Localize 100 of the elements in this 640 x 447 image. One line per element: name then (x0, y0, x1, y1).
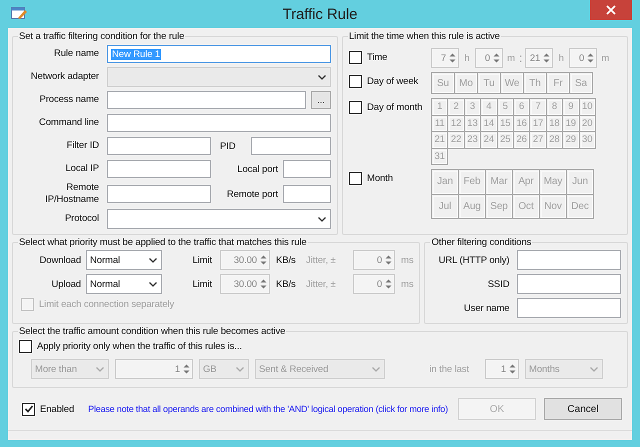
comparison-dropdown[interactable]: More than (31, 359, 109, 379)
jitter-spinner[interactable]: 0 (353, 250, 395, 270)
day-toggle[interactable]: 4 (481, 99, 498, 116)
day-toggle[interactable]: 31 (432, 148, 448, 165)
field-label: User name (462, 302, 510, 314)
unit-label: h (463, 52, 471, 64)
day-toggle[interactable]: 9 (563, 99, 580, 116)
rule-name-field[interactable]: New Rule 1 (107, 45, 331, 63)
checkbox-label: Apply priority only when the traffic of this rules is... (37, 341, 242, 352)
day-toggle[interactable]: 7 (530, 99, 547, 116)
day-toggle[interactable]: 19 (563, 116, 580, 132)
day-toggle[interactable]: 22 (448, 132, 465, 148)
day-toggle[interactable]: 14 (481, 116, 498, 132)
day-toggle[interactable]: 29 (563, 132, 580, 148)
time-spinner[interactable]: 0 (569, 48, 598, 68)
weekday-toggle[interactable]: We (501, 73, 524, 94)
day-toggle[interactable]: 2 (448, 99, 465, 116)
time-spinner[interactable]: 0 (475, 48, 503, 68)
checkbox-label: Time (367, 52, 388, 63)
field-label: Download (38, 254, 81, 266)
limit-spinner[interactable]: 30.00 (220, 274, 270, 294)
day-toggle[interactable]: 17 (530, 116, 547, 132)
weekday-toggle[interactable]: Mo (455, 73, 478, 94)
day-toggle[interactable]: 6 (514, 99, 530, 116)
time-spinner[interactable]: 21 (525, 48, 554, 68)
month-toggle[interactable]: Mar (486, 170, 513, 194)
field-label: Rule name (52, 48, 99, 60)
group-title: Select what priority must be applied to the traffic that matches this rule (19, 237, 307, 248)
day-toggle[interactable]: 23 (464, 132, 482, 148)
month-toggle[interactable]: Feb (459, 170, 486, 194)
month-toggle[interactable]: Jan (432, 170, 459, 194)
field-label: SSID (486, 278, 510, 290)
month-toggle[interactable]: Apr (513, 170, 540, 194)
day-toggle[interactable]: 28 (546, 132, 564, 148)
field-label: Upload (50, 278, 81, 290)
field-label: Local IP (64, 163, 99, 175)
day-toggle[interactable]: 13 (464, 116, 482, 132)
checkbox-label: Day of month (367, 102, 422, 113)
day-toggle[interactable]: 1 (432, 99, 448, 116)
direction-dropdown[interactable]: Sent & Received (255, 359, 385, 379)
day-toggle[interactable]: 27 (530, 132, 547, 148)
field-label: URL (HTTP only) (438, 254, 510, 266)
day-toggle[interactable]: 26 (514, 132, 530, 148)
period-spinner[interactable]: 1 (485, 359, 519, 379)
day-toggle[interactable]: 12 (448, 116, 465, 132)
group-title: Select the traffic amount condition when this rule becomes active (19, 326, 286, 337)
time-separator: : (519, 51, 522, 65)
day-toggle[interactable]: 25 (498, 132, 514, 148)
checkbox-label: Limit each connection separately (39, 299, 174, 310)
day-toggle[interactable]: 24 (481, 132, 498, 148)
month-toggle[interactable]: Jun (567, 170, 594, 194)
day-toggle[interactable]: 15 (498, 116, 514, 132)
priority-dropdown[interactable]: Normal (86, 250, 162, 270)
unit-label: KB/s (276, 278, 297, 290)
group-title: Other filtering conditions (431, 237, 532, 248)
field-label: Remote port (226, 188, 278, 200)
jitter-spinner[interactable]: 0 (353, 274, 395, 294)
priority-dropdown[interactable]: Normal (86, 274, 162, 294)
month-toggle[interactable]: Nov (540, 194, 567, 219)
info-link[interactable]: Please note that all operands are combined with the 'AND' logical operation (click for more info) (88, 404, 450, 414)
day-toggle[interactable]: 5 (498, 99, 514, 116)
month-toggle[interactable]: Sep (486, 194, 513, 219)
weekday-toggle[interactable]: Th (524, 73, 547, 94)
month-toggle[interactable]: Jul (432, 194, 459, 219)
month-toggle[interactable]: Oct (513, 194, 540, 219)
unit-label: ms (401, 278, 414, 290)
weekday-toggle[interactable]: Su (432, 73, 455, 94)
time-spinner[interactable]: 7 (431, 48, 459, 68)
month-toggle[interactable]: May (540, 170, 567, 194)
day-toggle[interactable]: 16 (514, 116, 530, 132)
field-label: Process name (38, 94, 99, 106)
unit-label: ms (401, 254, 414, 266)
day-toggle[interactable]: 18 (546, 116, 564, 132)
weekday-toggle[interactable]: Fr (547, 73, 570, 94)
limit-spinner[interactable]: 30.00 (220, 250, 270, 270)
field-label: in the last (428, 364, 469, 374)
field-label: Remote IP/Hostname (44, 182, 99, 206)
field-label: Limit (191, 254, 212, 266)
window-title: Traffic Rule (282, 6, 358, 22)
checkbox-label: Enabled (40, 404, 74, 414)
month-toggle[interactable]: Dec (567, 194, 594, 219)
field-label: Protocol (64, 213, 99, 225)
checkbox-label: Month (367, 173, 393, 184)
day-toggle[interactable]: 21 (432, 132, 448, 148)
day-toggle[interactable]: 11 (432, 116, 448, 132)
unit-label: m (506, 52, 516, 64)
day-toggle[interactable]: 20 (580, 116, 596, 132)
day-toggle[interactable]: 30 (580, 132, 596, 148)
day-toggle[interactable]: 3 (464, 99, 482, 116)
day-toggle[interactable]: 8 (546, 99, 564, 116)
dialog-button[interactable]: Cancel (544, 398, 622, 420)
amount-spinner[interactable]: 1 (115, 359, 193, 379)
weekday-toggle[interactable]: Tu (478, 73, 501, 94)
browse-button[interactable]: ... (311, 91, 331, 109)
field-label: Jitter, ± (306, 254, 337, 266)
unit-dropdown[interactable]: GB (199, 359, 249, 379)
period-unit-dropdown[interactable]: Months (525, 359, 603, 379)
day-toggle[interactable]: 10 (580, 99, 596, 116)
weekday-toggle[interactable]: Sa (570, 73, 593, 94)
month-toggle[interactable]: Aug (459, 194, 486, 219)
